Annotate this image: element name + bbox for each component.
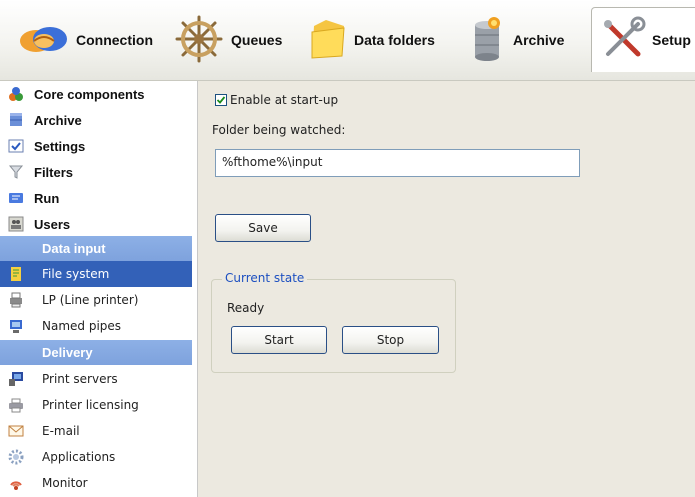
sidebar-item-monitor[interactable]: Monitor — [0, 470, 192, 496]
current-state-title: Current state — [222, 271, 308, 285]
sidebar-item-users[interactable]: Users — [0, 211, 192, 237]
sidebar-item-print-servers[interactable]: Print servers — [0, 366, 192, 392]
folder-watched-label: Folder being watched: — [212, 123, 346, 137]
handshake-icon — [18, 19, 70, 62]
sidebar-item-named-pipes[interactable]: Named pipes — [0, 313, 192, 339]
toolbar-data-folders-button[interactable]: Data folders — [308, 12, 435, 68]
monitor-signal-icon — [7, 474, 25, 492]
sidebar-item-printer-licensing[interactable]: Printer licensing — [0, 392, 192, 418]
sidebar-item-line-printer[interactable]: LP (Line printer) — [0, 287, 192, 313]
toolbar-setup-button[interactable]: Setup — [600, 12, 691, 68]
sidebar-item-filters[interactable]: Filters — [0, 159, 192, 185]
sidebar-item-label: Users — [34, 216, 71, 232]
toolbar-connection-label: Connection — [76, 32, 153, 48]
sidebar-category-delivery: Delivery — [0, 340, 192, 365]
enable-startup-label: Enable at start-up — [230, 93, 339, 107]
sidebar-item-applications[interactable]: Applications — [0, 444, 192, 470]
toolbar-queues-label: Queues — [231, 32, 283, 48]
sidebar-item-label: Printer licensing — [42, 398, 139, 412]
sidebar-item-label: Archive — [34, 112, 82, 128]
save-button[interactable]: Save — [215, 214, 311, 242]
sidebar-item-label: Filters — [34, 164, 74, 180]
sidebar-item-label: LP (Line printer) — [42, 293, 139, 307]
sidebar-item-label: Print servers — [42, 372, 118, 386]
gear-icon — [7, 448, 25, 466]
toolbar-setup-label: Setup — [652, 32, 691, 48]
folder-icon — [308, 16, 348, 65]
sidebar-item-label: Settings — [34, 138, 86, 154]
components-icon — [7, 85, 25, 103]
sidebar-item-label: File system — [42, 267, 110, 281]
main-toolbar: Connection Queues Data folders Archive S… — [0, 0, 695, 81]
printer-icon — [7, 396, 25, 414]
state-value: Ready — [227, 301, 265, 315]
archive-icon — [7, 111, 25, 129]
ship-wheel-icon — [173, 14, 225, 67]
run-icon — [7, 189, 25, 207]
current-state-group: Current state Ready Start Stop — [211, 271, 456, 373]
named-pipes-icon — [7, 317, 25, 335]
file-system-icon — [7, 265, 25, 283]
settings-checklist-icon — [7, 137, 25, 155]
checkmark-icon — [216, 96, 226, 104]
print-server-icon — [7, 370, 25, 388]
sidebar-item-email[interactable]: E-mail — [0, 418, 192, 444]
toolbar-data-folders-label: Data folders — [354, 32, 435, 48]
sidebar-item-label: Named pipes — [42, 319, 122, 333]
sidebar-item-file-system[interactable]: File system — [0, 261, 192, 287]
toolbar-archive-label: Archive — [513, 32, 565, 48]
file-system-settings-panel: Enable at start-up Folder being watched:… — [198, 81, 695, 497]
enable-startup-row: Enable at start-up — [215, 93, 338, 107]
enable-startup-checkbox[interactable] — [215, 94, 227, 106]
sidebar-item-label: Monitor — [42, 476, 88, 490]
start-button[interactable]: Start — [231, 326, 327, 354]
sidebar: Core components Archive Settings Filters… — [0, 81, 198, 497]
folder-path-input[interactable]: %fthome%\input — [215, 149, 580, 177]
toolbar-queues-button[interactable]: Queues — [173, 12, 282, 68]
sidebar-item-run[interactable]: Run — [0, 185, 192, 211]
sidebar-item-label: E-mail — [42, 424, 80, 438]
sidebar-item-archive[interactable]: Archive — [0, 107, 192, 133]
sidebar-item-label: Core components — [34, 86, 145, 102]
line-printer-icon — [7, 291, 25, 309]
sidebar-item-settings[interactable]: Settings — [0, 133, 192, 159]
sidebar-category-data-input: Data input — [0, 236, 192, 261]
toolbar-archive-button[interactable]: Archive — [467, 12, 564, 68]
sidebar-item-core-components[interactable]: Core components — [0, 81, 192, 107]
filter-funnel-icon — [7, 163, 25, 181]
sidebar-item-label: Applications — [42, 450, 116, 464]
tools-icon — [600, 16, 646, 65]
toolbar-connection-button[interactable]: Connection — [18, 12, 153, 68]
database-archive-icon — [467, 15, 507, 66]
envelope-icon — [7, 422, 25, 440]
stop-button[interactable]: Stop — [342, 326, 439, 354]
sidebar-item-label: Run — [34, 190, 60, 206]
users-icon — [7, 215, 25, 233]
